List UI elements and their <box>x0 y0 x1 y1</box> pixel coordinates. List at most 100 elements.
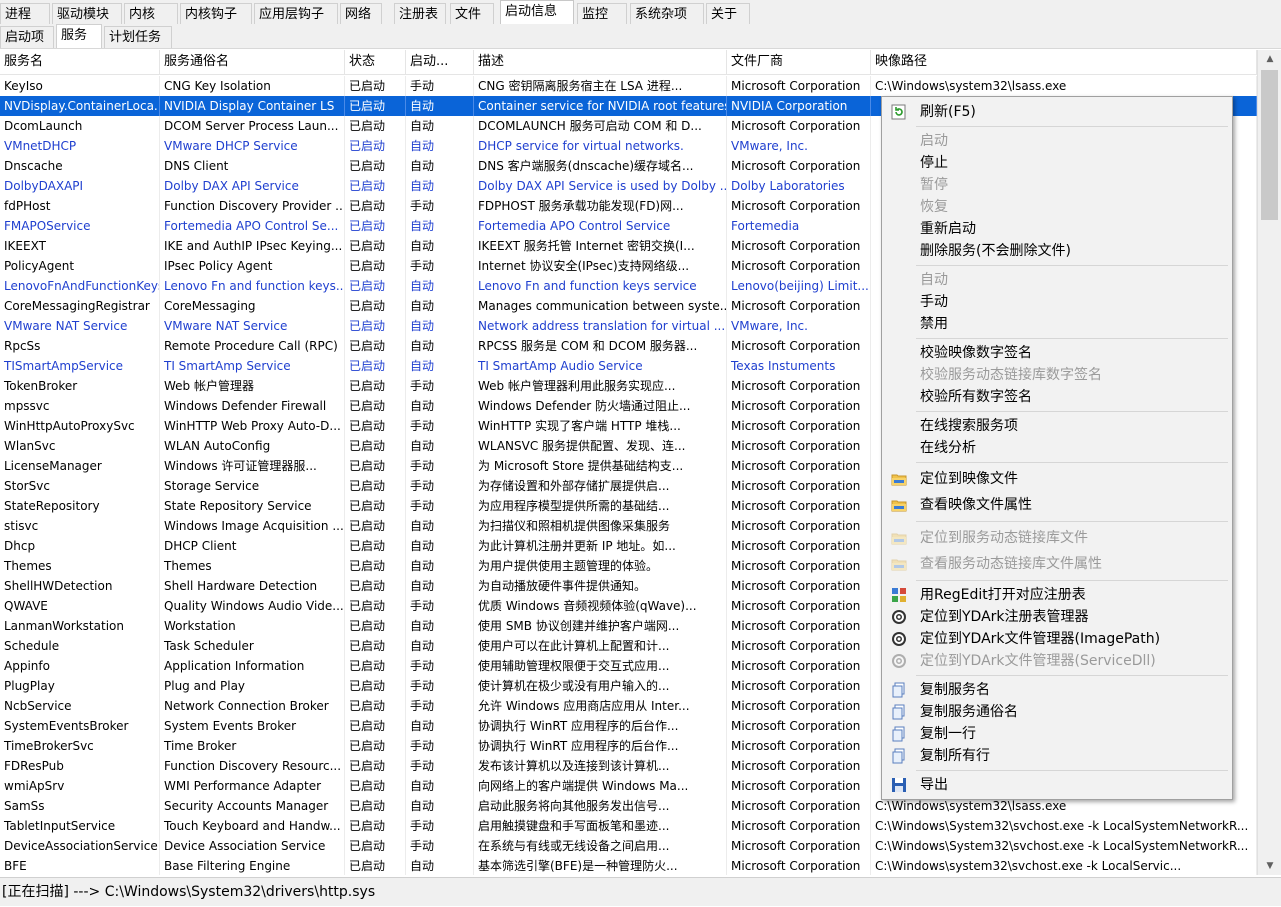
subtab-1[interactable]: 服务 <box>56 24 102 48</box>
table-row[interactable]: DeviceAssociationService Device Associati… <box>0 836 1257 856</box>
tab-2[interactable]: 内核 <box>124 3 178 24</box>
table-cell: NVIDIA Display Container LS <box>160 96 345 116</box>
subtab-2[interactable]: 计划任务 <box>104 26 172 48</box>
menu-item[interactable]: 复制服务名 <box>882 679 1232 701</box>
table-cell: 使计算机在极少或没有用户输入的... <box>474 676 727 696</box>
table-cell: 手动 <box>406 756 474 776</box>
menu-item[interactable]: 复制所有行 <box>882 745 1232 767</box>
subtab-0[interactable]: 启动项 <box>0 26 54 48</box>
table-cell: VMware NAT Service <box>160 316 345 336</box>
menu-item[interactable]: 在线分析 <box>882 437 1232 459</box>
table-cell: Microsoft Corporation <box>727 776 871 796</box>
table-cell: Microsoft Corporation <box>727 476 871 496</box>
table-cell: Manages communication between syste... <box>474 296 727 316</box>
menu-item-label: 在线分析 <box>920 440 976 456</box>
column-header-6[interactable]: 映像路径 <box>871 50 1257 74</box>
table-cell: 已启动 <box>345 296 406 316</box>
table-cell: 自动 <box>406 636 474 656</box>
vertical-scrollbar[interactable]: ▲ ▼ <box>1257 50 1281 875</box>
table-cell: fdPHost <box>0 196 160 216</box>
menu-item[interactable]: 查看映像文件属性 <box>882 492 1232 518</box>
table-cell: Themes <box>160 556 345 576</box>
column-header-0[interactable]: 服务名 <box>0 50 160 74</box>
column-header-1[interactable]: 服务通俗名 <box>160 50 345 74</box>
table-cell: Microsoft Corporation <box>727 156 871 176</box>
table-row[interactable]: KeyIso CNG Key Isolation 已启动 手动 CNG 密钥隔离服务宿主… <box>0 76 1257 96</box>
table-cell: WLAN AutoConfig <box>160 436 345 456</box>
table-cell: Microsoft Corporation <box>727 756 871 776</box>
table-cell: Lenovo Fn and function keys service <box>474 276 727 296</box>
menu-item[interactable]: 在线搜索服务项 <box>882 415 1232 437</box>
table-cell: 自动 <box>406 516 474 536</box>
menu-item[interactable]: 定位到YDArk文件管理器(ImagePath) <box>882 628 1232 650</box>
table-cell: VMware, Inc. <box>727 316 871 336</box>
table-cell: 自动 <box>406 716 474 736</box>
menu-item-label: 查看映像文件属性 <box>920 497 1032 513</box>
menu-item[interactable]: 定位到YDArk注册表管理器 <box>882 606 1232 628</box>
table-cell: WinHTTP 实现了客户端 HTTP 堆栈... <box>474 416 727 436</box>
menu-item[interactable]: 导出 <box>882 774 1232 796</box>
menu-item[interactable]: 校验映像数字签名 <box>882 342 1232 364</box>
menu-item[interactable]: 用RegEdit打开对应注册表 <box>882 584 1232 606</box>
column-header-3[interactable]: 启动... <box>406 50 474 74</box>
tab-9[interactable]: 监控 <box>577 3 627 24</box>
menu-separator <box>916 338 1228 339</box>
tab-6[interactable]: 注册表 <box>394 3 446 24</box>
menu-item[interactable]: 删除服务(不会删除文件) <box>882 240 1232 262</box>
tab-5[interactable]: 网络 <box>340 3 382 24</box>
table-cell: Container service for NVIDIA root featur… <box>474 96 727 116</box>
tab-10[interactable]: 系统杂项 <box>630 3 704 24</box>
column-header-2[interactable]: 状态 <box>345 50 406 74</box>
menu-item[interactable]: 停止 <box>882 152 1232 174</box>
table-cell: 手动 <box>406 476 474 496</box>
tab-0[interactable]: 进程 <box>0 3 50 24</box>
table-cell: 使用 SMB 协议创建并维护客户端网... <box>474 616 727 636</box>
menu-item[interactable]: 复制一行 <box>882 723 1232 745</box>
table-cell: Microsoft Corporation <box>727 196 871 216</box>
column-header-4[interactable]: 描述 <box>474 50 727 74</box>
menu-item: 校验服务动态链接库数字签名 <box>882 364 1232 386</box>
scroll-down-icon[interactable]: ▼ <box>1258 857 1281 875</box>
tab-11[interactable]: 关于 <box>706 3 750 24</box>
menu-item[interactable]: 校验所有数字签名 <box>882 386 1232 408</box>
tab-7[interactable]: 文件 <box>450 3 494 24</box>
menu-item-label: 校验所有数字签名 <box>920 389 1032 405</box>
menu-item[interactable]: 定位到映像文件 <box>882 466 1232 492</box>
table-cell: 已启动 <box>345 736 406 756</box>
table-cell: FMAPOService <box>0 216 160 236</box>
menu-item: 查看服务动态链接库文件属性 <box>882 551 1232 577</box>
menu-item: 暂停 <box>882 174 1232 196</box>
table-cell: Quality Windows Audio Vide... <box>160 596 345 616</box>
menu-item-label: 导出 <box>920 777 948 793</box>
menu-item-label: 恢复 <box>920 199 948 215</box>
table-cell: 手动 <box>406 456 474 476</box>
menu-item[interactable]: 重新启动 <box>882 218 1232 240</box>
menu-item-label: 启动 <box>920 133 948 149</box>
tab-8[interactable]: 启动信息 <box>500 0 574 24</box>
folder-icon <box>891 556 907 572</box>
table-cell: VMware DHCP Service <box>160 136 345 156</box>
folder-icon <box>891 471 907 487</box>
menu-item-label: 复制一行 <box>920 726 976 742</box>
table-row[interactable]: TabletInputService Touch Keyboard and Han… <box>0 816 1257 836</box>
tab-3[interactable]: 内核钩子 <box>180 3 252 24</box>
menu-item-label: 手动 <box>920 294 948 310</box>
menu-item[interactable]: 复制服务通俗名 <box>882 701 1232 723</box>
menu-item[interactable]: 禁用 <box>882 313 1232 335</box>
table-cell: 自动 <box>406 436 474 456</box>
table-cell: DeviceAssociationService <box>0 836 160 856</box>
tab-1[interactable]: 驱动模块 <box>52 3 122 24</box>
menu-item[interactable]: 刷新(F5) <box>882 101 1232 123</box>
table-cell: Touch Keyboard and Handw... <box>160 816 345 836</box>
table-cell: 允许 Windows 应用商店应用从 Inter... <box>474 696 727 716</box>
table-cell: StateRepository <box>0 496 160 516</box>
scroll-up-icon[interactable]: ▲ <box>1258 50 1281 68</box>
table-cell: 自动 <box>406 576 474 596</box>
menu-item[interactable]: 手动 <box>882 291 1232 313</box>
table-cell: 已启动 <box>345 756 406 776</box>
column-header-5[interactable]: 文件厂商 <box>727 50 871 74</box>
scroll-thumb[interactable] <box>1261 70 1278 220</box>
tab-4[interactable]: 应用层钩子 <box>254 3 338 24</box>
menu-item-label: 在线搜索服务项 <box>920 418 1018 434</box>
table-row[interactable]: BFE Base Filtering Engine 已启动 自动 基本筛选引擎(BFE)… <box>0 856 1257 875</box>
